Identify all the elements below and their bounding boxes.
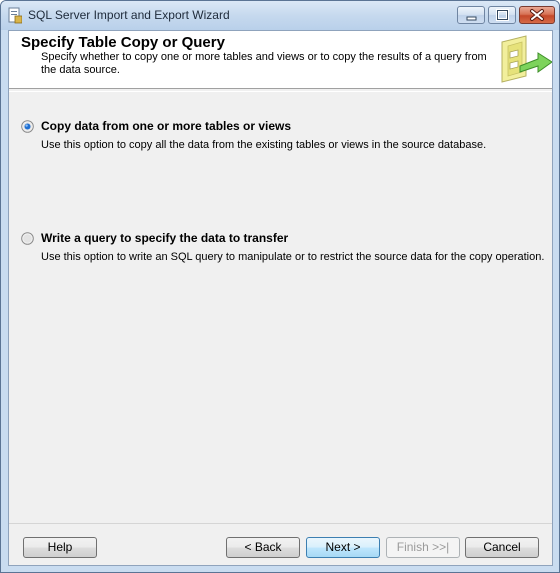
minimize-icon (466, 16, 477, 21)
option-write-query-description: Use this option to write an SQL query to… (41, 251, 545, 263)
cancel-button[interactable]: Cancel (465, 537, 539, 558)
radio-copy-tables[interactable] (21, 120, 34, 133)
page-description: Specify whether to copy one or more tabl… (41, 51, 487, 76)
page-title: Specify Table Copy or Query (21, 34, 225, 51)
finish-button[interactable]: Finish >>| (386, 537, 460, 558)
close-button[interactable] (519, 6, 555, 24)
radio-write-query[interactable] (21, 232, 34, 245)
header-divider (9, 91, 552, 92)
option-write-query-label[interactable]: Write a query to specify the data to tra… (41, 231, 288, 245)
footer-divider (9, 523, 552, 524)
maximize-button[interactable] (488, 6, 516, 24)
wizard-window: SQL Server Import and Export Wizard Spec… (0, 0, 560, 573)
minimize-button[interactable] (457, 6, 485, 24)
wizard-app-icon (8, 7, 22, 24)
wizard-header: Specify Table Copy or Query Specify whet… (9, 31, 552, 89)
maximize-icon (496, 9, 509, 21)
close-icon (530, 9, 544, 21)
next-button[interactable]: Next > (306, 537, 380, 558)
window-title: SQL Server Import and Export Wizard (28, 8, 230, 22)
data-transfer-graphic (496, 32, 552, 87)
title-bar[interactable]: SQL Server Import and Export Wizard (1, 1, 559, 30)
help-button[interactable]: Help (23, 537, 97, 558)
wizard-client-area: Specify Table Copy or Query Specify whet… (8, 30, 553, 566)
option-copy-tables-description: Use this option to copy all the data fro… (41, 139, 487, 151)
back-button[interactable]: < Back (226, 537, 300, 558)
option-copy-tables-label[interactable]: Copy data from one or more tables or vie… (41, 119, 291, 133)
